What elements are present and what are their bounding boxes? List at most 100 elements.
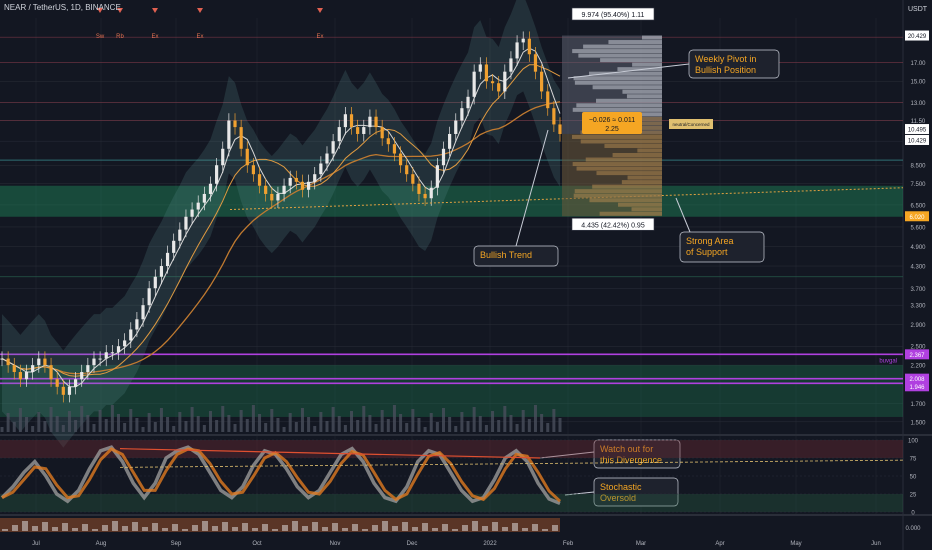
candle-body — [221, 148, 225, 166]
volume-bar — [166, 417, 170, 432]
volume-bar — [117, 414, 121, 432]
candle-body — [172, 240, 176, 253]
candle-body — [239, 127, 243, 149]
price-axis-tag-label: 20.429 — [908, 34, 927, 40]
side-tag-label: neutral/Concerned — [672, 122, 710, 127]
candle-body — [380, 127, 384, 139]
bottom-indicator-bar — [342, 528, 348, 531]
volume-bar — [270, 409, 274, 432]
volume-profile-bar — [576, 103, 662, 108]
volume-bar — [215, 420, 219, 432]
bottom-indicator-bar — [442, 524, 448, 531]
volume-profile-bar — [627, 175, 662, 180]
candle-body — [202, 193, 206, 203]
candle-body — [288, 177, 292, 186]
candle-body — [24, 372, 29, 380]
volume-bar — [441, 408, 445, 432]
candle-body — [110, 352, 114, 354]
candle-body — [0, 358, 4, 360]
bottom-indicator-bar — [192, 525, 198, 531]
volume-bar — [196, 416, 200, 432]
bottom-indicator-bar — [382, 521, 388, 531]
candle-body — [37, 358, 41, 366]
x-tick-label: Oct — [252, 541, 262, 547]
volume-bar — [74, 420, 78, 432]
volume-profile-bar — [592, 184, 662, 189]
volume-bar — [86, 415, 90, 432]
volume-bar — [343, 425, 347, 432]
volume-bar — [190, 407, 194, 432]
candle-body — [527, 38, 531, 55]
candle-body — [190, 209, 194, 217]
candle-body — [208, 183, 213, 194]
candle-body — [306, 181, 311, 190]
bottom-indicator-bar — [182, 529, 188, 531]
volume-bar — [423, 427, 427, 432]
candle-body — [484, 64, 489, 82]
candle-body — [18, 372, 22, 380]
bottom-indicator-bar — [372, 525, 378, 531]
y-tick-label: 5.600 — [910, 225, 926, 231]
volume-bar — [503, 406, 507, 432]
candle-body — [264, 185, 268, 194]
volume-bar — [61, 425, 65, 432]
volume-bar — [350, 411, 354, 432]
volume-bar — [448, 417, 452, 432]
volume-bar — [6, 413, 10, 432]
volume-profile-bar — [637, 148, 662, 153]
volume-bar — [288, 413, 292, 432]
volume-bar — [92, 424, 96, 432]
x-tick-label: Mar — [636, 541, 646, 547]
bottom-indicator-bar — [492, 522, 498, 531]
volume-bar — [392, 405, 396, 432]
bottom-indicator-bar — [552, 525, 558, 531]
candle-body — [270, 193, 274, 201]
candle-body — [435, 165, 439, 188]
volume-profile-bar — [642, 35, 662, 40]
bottom-indicator-bar — [532, 524, 538, 531]
volume-bar — [276, 418, 280, 432]
volume-bar — [37, 412, 41, 432]
candle-body — [92, 358, 96, 366]
candle-body — [423, 193, 427, 199]
bottom-indicator-bar — [92, 529, 98, 531]
volume-bar — [110, 405, 114, 432]
candle-body — [558, 124, 562, 134]
bottom-indicator-bar — [232, 527, 238, 531]
bottom-indicator-bar — [452, 529, 458, 531]
candle-body — [294, 177, 298, 182]
volume-bar — [540, 414, 544, 432]
volume-bar — [509, 415, 513, 432]
candle-body — [104, 352, 108, 359]
bottom-indicator-bar — [502, 527, 508, 531]
candle-body — [521, 38, 525, 43]
event-marker-label: Ex — [316, 34, 323, 40]
volume-profile-bar — [600, 58, 662, 63]
candle-body — [337, 127, 341, 142]
volume-bar — [282, 427, 286, 432]
level-label: buvgal — [879, 358, 897, 364]
volume-bar — [208, 411, 212, 432]
y-tick-label: 3.300 — [910, 304, 926, 310]
x-tick-label: Nov — [330, 541, 341, 547]
measure-top-label: 9.974 (95.40%) 1.11 — [582, 12, 645, 19]
candle-body — [43, 358, 47, 366]
volume-bar — [67, 411, 71, 432]
volume-bar — [135, 418, 139, 432]
volume-bar — [368, 415, 372, 432]
bottom-indicator-bar — [542, 529, 548, 531]
candle-body — [349, 114, 354, 128]
bottom-indicator-bar — [152, 523, 158, 531]
candle-body — [392, 144, 397, 154]
candle-body — [405, 165, 409, 175]
tooltip-line2: 2.25 — [605, 126, 619, 133]
volume-profile-bar — [574, 80, 662, 85]
bottom-indicator-bar — [302, 526, 308, 531]
volume-bar — [80, 406, 84, 432]
volume-profile-bar — [589, 71, 662, 76]
volume-bar — [239, 410, 243, 432]
volume-profile-bar — [599, 211, 662, 216]
volume-profile-bar — [626, 94, 662, 99]
volume-profile-bar — [621, 180, 662, 185]
bottom-indicator-bar — [282, 525, 288, 531]
